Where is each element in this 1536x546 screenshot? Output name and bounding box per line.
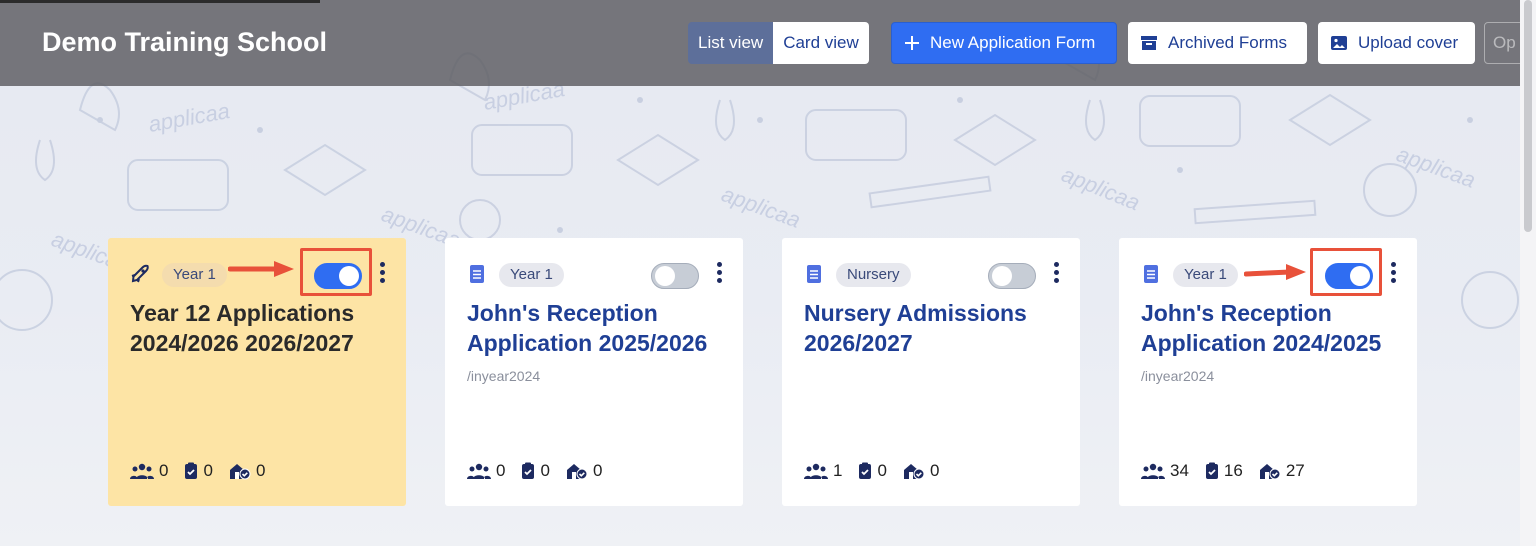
offers-count: 0	[929, 461, 940, 480]
card-title[interactable]: John's Reception Application 2025/2026	[467, 298, 737, 358]
red-arrow-icon	[228, 261, 294, 277]
applicants-count: 0	[496, 461, 506, 480]
card-slug: /inyear2024	[467, 368, 541, 384]
offers-stat: 27	[1259, 461, 1305, 481]
offers-count: 0	[592, 461, 603, 480]
year-badge: Year 1	[162, 263, 227, 287]
applicants-stat: 0	[467, 461, 505, 481]
more-options-icon[interactable]	[715, 262, 723, 288]
page-scrollbar[interactable]	[1520, 0, 1536, 546]
offers-count: 27	[1285, 461, 1305, 480]
submitted-count: 0	[540, 461, 550, 480]
document-icon	[467, 264, 487, 284]
image-icon	[1330, 35, 1348, 51]
publish-toggle[interactable]	[651, 263, 699, 289]
school-check-icon	[566, 464, 588, 480]
archived-forms-label: Archived Forms	[1168, 33, 1288, 52]
applicants-stat: 0	[130, 461, 168, 481]
submitted-stat: 0	[521, 461, 550, 481]
upload-cover-button[interactable]: Upload cover	[1318, 22, 1475, 64]
school-name: Demo Training School	[42, 27, 328, 57]
svg-text:applicaa: applicaa	[147, 98, 232, 137]
svg-text:applicaa: applicaa	[718, 181, 804, 233]
clipboard-check-icon	[185, 462, 198, 479]
users-icon	[130, 463, 154, 479]
applicants-count: 34	[1170, 461, 1189, 480]
applicants-stat: 34	[1141, 461, 1189, 481]
card-title[interactable]: Nursery Admissions 2026/2027	[804, 298, 1074, 358]
toggle-knob	[992, 266, 1012, 286]
users-icon	[1141, 463, 1165, 479]
submitted-stat: 0	[184, 461, 213, 481]
scrollbar-thumb[interactable]	[1524, 0, 1532, 232]
submitted-count: 0	[877, 461, 887, 480]
svg-text:applicaa: applicaa	[1058, 161, 1143, 215]
upload-cover-label: Upload cover	[1358, 33, 1459, 52]
applicants-count: 0	[159, 461, 169, 480]
red-arrow-icon	[1244, 264, 1306, 280]
header-stripe	[0, 0, 320, 3]
view-toggle-group: List view Card view	[688, 22, 869, 64]
users-icon	[804, 463, 828, 479]
users-icon	[467, 463, 491, 479]
card-slug: /inyear2024	[1141, 368, 1215, 384]
offers-count: 0	[255, 461, 266, 480]
school-check-icon	[1259, 464, 1281, 480]
new-application-form-button[interactable]: New Application Form	[891, 22, 1117, 64]
offers-stat: 0	[229, 461, 265, 481]
more-options-icon[interactable]	[1389, 262, 1397, 288]
applicants-stat: 1	[804, 461, 842, 481]
card-title[interactable]: John's Reception Application 2024/2025	[1141, 298, 1411, 358]
rocket-icon	[130, 264, 150, 284]
archived-forms-button[interactable]: Archived Forms	[1128, 22, 1307, 64]
submitted-stat: 0	[858, 461, 887, 481]
plus-icon	[904, 35, 920, 51]
archive-icon	[1140, 35, 1158, 51]
svg-text:applicaa: applicaa	[1393, 141, 1479, 193]
card-header: Year 1	[467, 260, 723, 290]
offers-stat: 0	[903, 461, 939, 481]
year-badge: Nursery	[836, 263, 911, 287]
school-check-icon	[229, 464, 251, 480]
card-header: Nursery	[804, 260, 1060, 290]
clipboard-check-icon	[522, 462, 535, 479]
offers-stat: 0	[566, 461, 602, 481]
view-toggle: List view Card view	[688, 22, 869, 64]
submitted-stat: 16	[1205, 461, 1243, 481]
more-options-icon[interactable]	[378, 262, 386, 288]
document-icon	[804, 264, 824, 284]
toggle-highlight-box	[1310, 248, 1382, 296]
submitted-count: 16	[1223, 461, 1243, 480]
card-stats: 1 0 0	[804, 460, 955, 482]
card-title[interactable]: Year 12 Applications 2024/2026 2026/2027	[130, 298, 400, 358]
school-check-icon	[903, 464, 925, 480]
clipboard-check-icon	[859, 462, 872, 479]
new-application-form-label: New Application Form	[930, 33, 1096, 52]
card-stats: 34 16 27	[1141, 460, 1321, 482]
toggle-knob	[655, 266, 675, 286]
publish-toggle[interactable]	[988, 263, 1036, 289]
form-card[interactable]: Nursery Nursery Admissions 2026/2027 1 0…	[782, 238, 1080, 506]
toggle-highlight-box	[300, 248, 372, 296]
card-stats: 0 0 0	[130, 460, 281, 482]
year-badge: Year 1	[1173, 263, 1238, 287]
card-view-button[interactable]: Card view	[773, 22, 869, 64]
clipboard-check-icon	[1205, 462, 1218, 479]
applicants-count: 1	[833, 461, 843, 480]
form-card[interactable]: Year 1 John's Reception Application 2025…	[445, 238, 743, 506]
submitted-count: 0	[203, 461, 213, 480]
more-options-icon[interactable]	[1052, 262, 1060, 288]
year-badge: Year 1	[499, 263, 564, 287]
document-icon	[1141, 264, 1161, 284]
list-view-button[interactable]: List view	[688, 22, 774, 64]
card-stats: 0 0 0	[467, 460, 618, 482]
